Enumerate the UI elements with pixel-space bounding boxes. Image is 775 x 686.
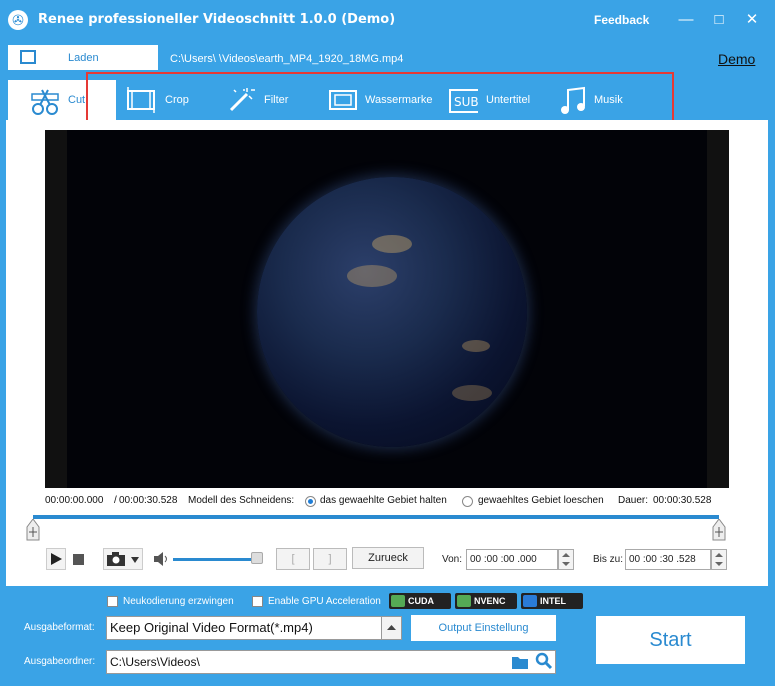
timeline-bar[interactable]	[33, 515, 719, 519]
delete-radio[interactable]	[462, 496, 473, 507]
video-preview	[45, 130, 729, 488]
cut-mode-label: Modell des Schneidens:	[188, 495, 295, 506]
volume-slider-thumb[interactable]	[251, 552, 263, 564]
search-icon[interactable]	[535, 652, 553, 670]
earth-image	[257, 177, 527, 447]
minimize-icon[interactable]: —	[676, 10, 696, 30]
city-lights	[462, 340, 490, 352]
city-lights	[372, 235, 412, 253]
city-lights	[347, 265, 397, 287]
chevron-up-icon	[387, 625, 396, 630]
load-label: Laden	[68, 52, 99, 64]
cuda-badge: CUDA	[389, 593, 451, 609]
nvidia-icon	[457, 595, 471, 607]
volume-slider[interactable]	[173, 558, 263, 561]
city-lights	[452, 385, 492, 401]
stepper-arrows-icon	[715, 553, 723, 566]
tab-cut-label: Cut	[68, 94, 86, 106]
scissors-film-icon	[31, 89, 59, 115]
start-button[interactable]: Start	[596, 616, 745, 664]
to-time-input[interactable]: 00 :00 :30 .528	[625, 549, 711, 570]
intel-icon	[523, 595, 537, 607]
file-path: C:\Users\ \Videos\earth_MP4_1920_18MG.mp…	[170, 53, 404, 65]
demo-link[interactable]: Demo	[718, 51, 755, 67]
keep-radio[interactable]	[305, 496, 316, 507]
from-time-stepper[interactable]	[558, 549, 574, 570]
start-handle-icon[interactable]	[26, 519, 40, 541]
format-label: Ausgabeformat:	[24, 622, 95, 633]
camera-icon	[107, 552, 139, 566]
intel-badge: INTEL	[521, 593, 583, 609]
add-file-icon	[20, 50, 36, 64]
app-logo-icon: ✇	[8, 10, 28, 30]
gpu-accel-label: Enable GPU Acceleration	[268, 596, 381, 607]
cuda-label: CUDA	[408, 596, 434, 606]
to-time-stepper[interactable]	[711, 549, 727, 570]
to-label: Bis zu:	[593, 554, 624, 565]
start-time: 00:00:00.000	[45, 495, 104, 506]
folder-icon[interactable]	[511, 654, 529, 670]
video-frame	[67, 130, 707, 488]
title-bar: ✇ Renee professioneller Videoschnitt 1.0…	[0, 0, 775, 40]
maximize-icon[interactable]: □	[709, 10, 729, 30]
time-separator: /	[114, 495, 117, 506]
force-recode-checkbox[interactable]	[107, 596, 118, 607]
volume-icon[interactable]	[152, 550, 170, 568]
nvidia-icon	[391, 595, 405, 607]
intel-label: INTEL	[540, 596, 566, 606]
end-time: 00:00:30.528	[119, 495, 178, 506]
duration-value: 00:00:30.528	[653, 495, 712, 506]
force-recode-label: Neukodierung erzwingen	[123, 596, 234, 607]
output-settings-button[interactable]: Output Einstellung	[411, 615, 556, 641]
from-time-input[interactable]: 00 :00 :00 .000	[466, 549, 558, 570]
play-button[interactable]	[46, 548, 66, 570]
window-title: Renee professioneller Videoschnitt 1.0.0…	[38, 12, 396, 27]
output-folder-input[interactable]: C:\Users\Videos\	[106, 650, 556, 674]
nvenc-label: NVENC	[474, 596, 506, 606]
keep-label: das gewaehlte Gebiet halten	[320, 495, 447, 506]
close-icon[interactable]: ✕	[742, 10, 762, 30]
folder-label: Ausgabeordner:	[24, 656, 96, 667]
format-select[interactable]: Keep Original Video Format(*.mp4)	[106, 616, 382, 640]
set-end-button[interactable]: ]	[313, 548, 347, 570]
snapshot-button[interactable]	[103, 548, 143, 570]
gpu-accel-checkbox[interactable]	[252, 596, 263, 607]
nvenc-badge: NVENC	[455, 593, 517, 609]
set-start-button[interactable]: [	[276, 548, 310, 570]
feedback-link[interactable]: Feedback	[594, 13, 649, 27]
format-dropdown-button[interactable]	[381, 616, 402, 640]
stop-button[interactable]	[69, 548, 89, 570]
play-icon	[51, 553, 62, 565]
delete-label: gewaehltes Gebiet loeschen	[478, 495, 604, 506]
load-button[interactable]: Laden	[8, 45, 158, 70]
stepper-arrows-icon	[562, 553, 570, 566]
end-handle-icon[interactable]	[712, 519, 726, 541]
from-label: Von:	[442, 554, 463, 565]
stop-icon	[73, 554, 84, 565]
duration-label: Dauer:	[618, 495, 649, 506]
back-button[interactable]: Zurueck	[352, 547, 424, 569]
